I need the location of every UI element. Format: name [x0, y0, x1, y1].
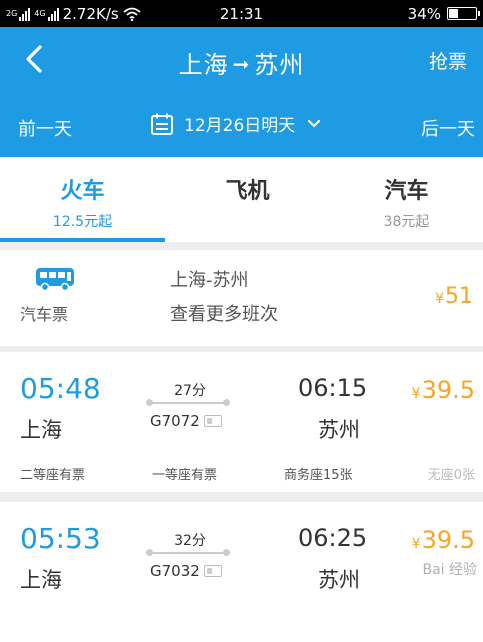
currency-symbol: ¥: [435, 291, 444, 307]
travel-duration: 27分: [174, 383, 206, 399]
travel-duration: 32分: [174, 533, 206, 549]
arrival-time: 06:15: [298, 374, 368, 402]
id-card-icon: [203, 415, 222, 427]
next-day-button[interactable]: 后一天: [421, 115, 475, 141]
seat-standing: 无座0张: [427, 468, 475, 483]
tab-bus-label: 汽车: [384, 179, 429, 204]
watermark: Bai 经验: [422, 562, 477, 578]
bus-ticket-label: 汽车票: [20, 305, 69, 324]
tab-train-price: 12.5元起: [52, 214, 113, 230]
train-price-value: 39.5: [421, 376, 475, 404]
route-to: 苏州: [254, 51, 305, 79]
battery-icon: [447, 7, 480, 20]
departure-time: 05:53: [20, 522, 101, 555]
calendar-icon: [151, 113, 173, 135]
route-from: 上海: [178, 51, 229, 79]
grab-ticket-button[interactable]: 抢票: [429, 47, 467, 74]
id-card-icon: [203, 565, 222, 577]
signal-icon-2: [47, 7, 59, 21]
tab-flight[interactable]: 飞机: [165, 157, 330, 242]
date-row: 前一天 12月26日明天 后一天: [0, 109, 483, 145]
tab-bus-price: 38元起: [383, 214, 430, 230]
bus-more-schedules: 查看更多班次: [170, 304, 278, 325]
train-number-group: G7032: [150, 562, 222, 580]
tab-active-indicator: [0, 238, 165, 242]
train-row[interactable]: 05:48 上海 27分 G7072 06:15 苏州 ¥39.5 二等座有票 …: [0, 352, 483, 492]
chevron-down-icon: [308, 119, 321, 127]
tab-bus[interactable]: 汽车 38元起: [330, 157, 483, 242]
transport-tabs: 火车 12.5元起 飞机 汽车 38元起: [0, 157, 483, 242]
network-type-2: 4G: [34, 8, 46, 18]
network-speed: 2.72K/s: [62, 4, 119, 23]
train-number-group: G7072: [150, 412, 222, 430]
seat-second-class: 二等座有票: [20, 468, 86, 483]
arrival-time: 06:25: [298, 524, 368, 552]
bus-icon: [36, 268, 74, 292]
date-picker[interactable]: 12月26日明天: [150, 111, 323, 136]
status-bar: 2G 4G 2.72K/s 21:31 34%: [0, 0, 483, 27]
tab-train[interactable]: 火车 12.5元起: [0, 157, 165, 242]
route-line: [146, 549, 230, 556]
seat-business-class: 商务座15张: [284, 468, 353, 483]
route-title: 上海 ➞ 苏州: [0, 45, 483, 80]
train-price: ¥39.5: [412, 526, 475, 554]
departure-station: 上海: [20, 418, 62, 442]
arrival-station: 苏州: [318, 418, 360, 442]
bus-route: 上海-苏州: [170, 270, 249, 291]
arrival-station: 苏州: [318, 568, 360, 592]
wifi-icon: [123, 7, 141, 21]
bus-ticket-card[interactable]: 汽车票 上海-苏州 查看更多班次 ¥51: [0, 250, 483, 346]
train-number: G7072: [150, 412, 200, 430]
prev-day-button[interactable]: 前一天: [18, 115, 72, 141]
train-row[interactable]: 05:53 上海 32分 G7032 06:25 苏州 ¥39.5: [0, 502, 483, 642]
selected-date: 12月26日明天: [184, 116, 296, 136]
bus-price-value: 51: [445, 284, 473, 309]
tab-flight-label: 飞机: [225, 179, 270, 204]
battery-percent: 34%: [407, 4, 441, 23]
route-arrow-icon: ➞: [232, 52, 251, 76]
train-number: G7032: [150, 562, 200, 580]
tab-train-label: 火车: [60, 179, 105, 204]
app-header: 上海 ➞ 苏州 抢票 前一天 12月26日明天 后一天: [0, 27, 483, 157]
train-price: ¥39.5: [412, 376, 475, 404]
network-type: 2G: [6, 8, 18, 18]
train-price-value: 39.5: [421, 526, 475, 554]
currency-symbol: ¥: [411, 386, 421, 402]
seat-first-class: 一等座有票: [152, 468, 218, 483]
departure-station: 上海: [20, 568, 62, 592]
departure-time: 05:48: [20, 372, 101, 405]
route-line: [146, 399, 230, 406]
currency-symbol: ¥: [411, 536, 421, 552]
bus-price: ¥51: [435, 284, 473, 309]
signal-icon: [19, 7, 31, 21]
